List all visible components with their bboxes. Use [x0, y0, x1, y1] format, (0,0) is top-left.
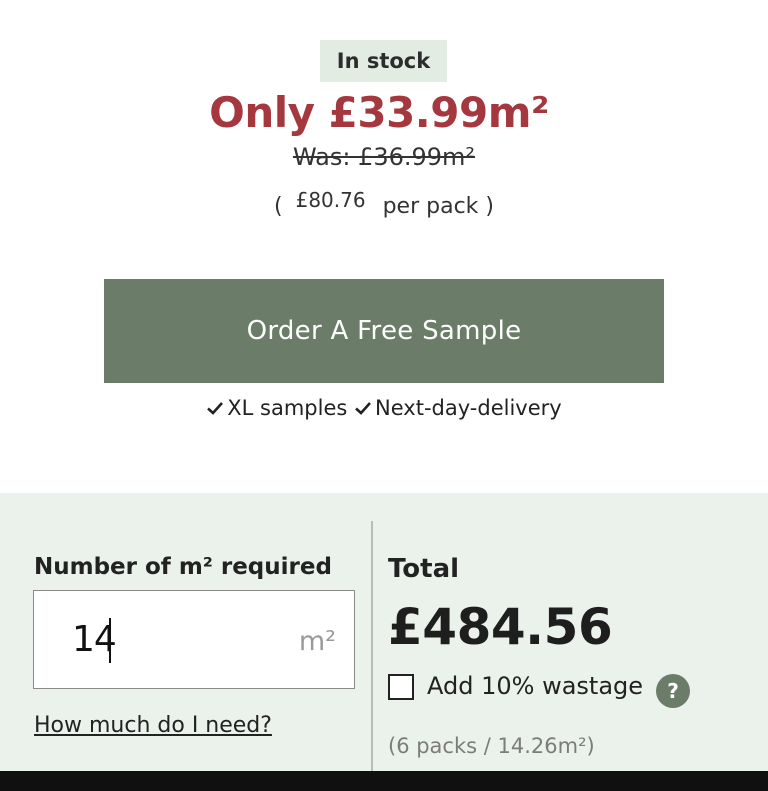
current-price: Only £33.99m²	[209, 88, 549, 137]
feature-list: XL samples Next-day-delivery	[0, 396, 768, 422]
feature-item-xl-samples: XL samples	[206, 396, 347, 420]
feature-label: XL samples	[227, 396, 348, 420]
previous-price: Was: £36.99m²	[292, 143, 476, 171]
bottom-bar	[0, 771, 768, 791]
pack-price-amount: £80.76	[295, 188, 366, 212]
how-much-do-i-need-link[interactable]: How much do I need?	[34, 713, 272, 738]
feature-item-next-day-delivery: Next-day-delivery	[354, 396, 562, 420]
calculator-divider	[371, 521, 373, 771]
quantity-input[interactable]: 14 m²	[33, 590, 355, 689]
total-label: Total	[388, 554, 460, 584]
total-price: £484.56	[388, 598, 613, 656]
checkmark-icon	[355, 402, 371, 415]
feature-label: Next-day-delivery	[375, 396, 562, 420]
text-caret	[109, 618, 111, 663]
question-mark-icon[interactable]: ?	[656, 674, 690, 708]
pack-price-open: (	[274, 194, 283, 219]
packs-summary: (6 packs / 14.26m²)	[388, 734, 595, 758]
quantity-label: Number of m² required	[34, 554, 332, 580]
order-free-sample-button[interactable]: Order A Free Sample	[104, 279, 664, 383]
pack-price-suffix: per pack	[382, 194, 479, 219]
add-wastage-label[interactable]: Add 10% wastage	[427, 672, 643, 700]
pack-price-close: )	[485, 194, 494, 219]
add-wastage-checkbox[interactable]	[388, 674, 414, 700]
quantity-unit: m²	[298, 626, 336, 657]
pack-price: ( £80.76 per pack )	[0, 188, 768, 219]
checkmark-icon	[207, 402, 224, 415]
stock-badge: In stock	[320, 40, 447, 82]
